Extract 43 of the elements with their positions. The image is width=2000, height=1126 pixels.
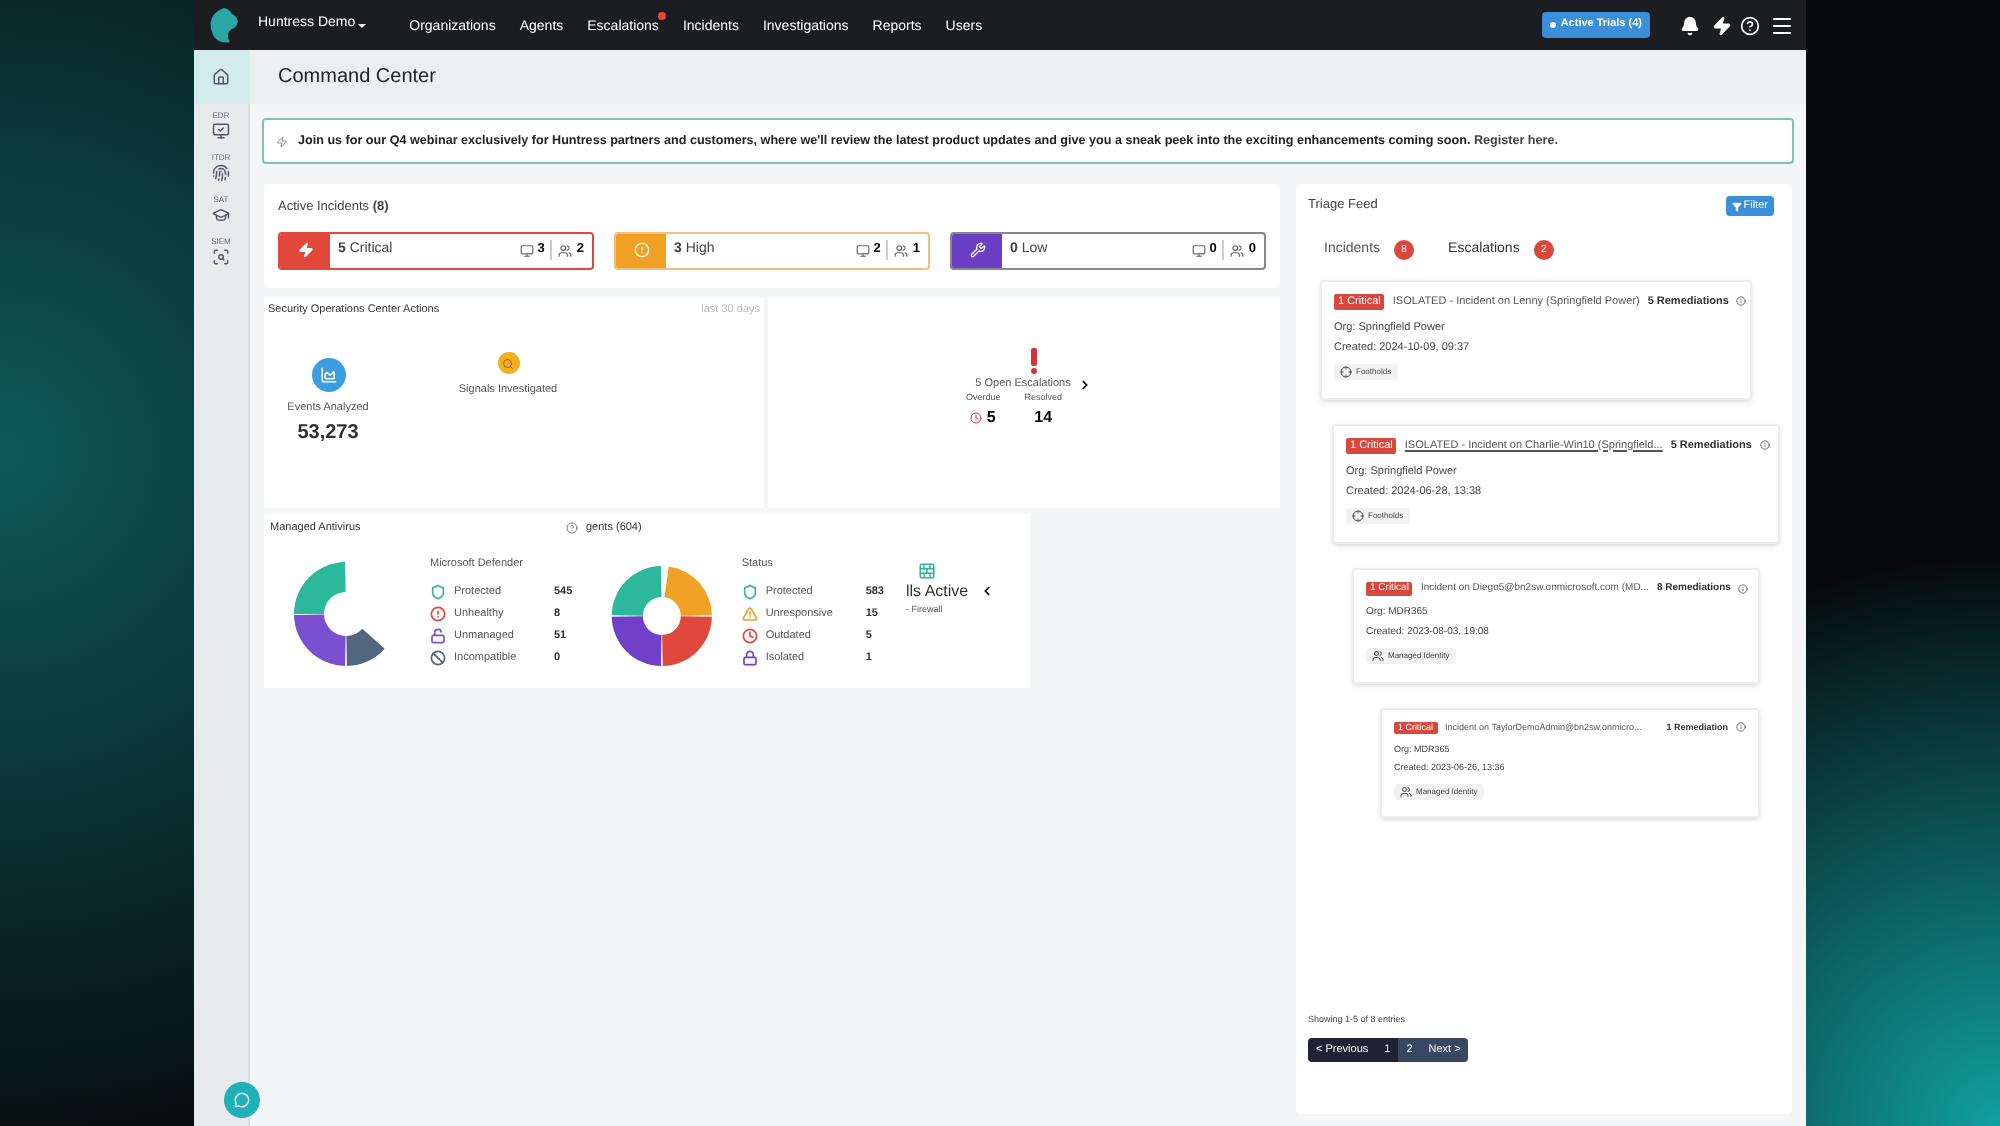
monitor-icon (519, 243, 534, 258)
crosshair-icon (1352, 510, 1364, 523)
info-icon (1759, 440, 1770, 451)
home-icon (212, 68, 230, 86)
bell-icon[interactable] (1680, 15, 1700, 35)
chevron-right-icon[interactable] (1078, 377, 1093, 392)
overdue-count: 5 (986, 406, 996, 430)
lightning-icon[interactable] (1712, 15, 1732, 35)
info-icon (1736, 296, 1747, 307)
search-icon (497, 352, 519, 375)
menu-icon[interactable] (1770, 13, 1794, 37)
scan-search-icon (212, 248, 230, 266)
users-icon (1230, 243, 1245, 258)
sidebar-item[interactable] (193, 50, 249, 104)
users-icon (558, 243, 573, 258)
monitor-check-icon (212, 122, 230, 140)
severity-icon (616, 233, 666, 268)
severity-icon (280, 233, 330, 268)
users-icon (1400, 785, 1412, 798)
page-title: Command Center (278, 64, 436, 92)
firewalls-active-text: lls Active (906, 579, 969, 604)
resolved-count: 14 (1034, 406, 1053, 430)
logo-icon[interactable] (206, 5, 242, 45)
info-icon (1738, 583, 1749, 594)
severity-icon (952, 233, 1002, 268)
lightning-icon (276, 135, 288, 147)
info-icon (1736, 722, 1746, 733)
metric-value: 53,273 (297, 419, 359, 447)
filter-icon (1731, 201, 1742, 211)
fingerprint-icon (212, 164, 230, 182)
exclamation-icon (1030, 348, 1038, 374)
clock-icon (970, 412, 983, 424)
monitor-icon (855, 243, 870, 258)
monitor-icon (1191, 243, 1206, 258)
chevron-left-icon[interactable] (980, 584, 995, 599)
firewall-icon (918, 561, 936, 580)
chat-icon (233, 1092, 249, 1108)
caret-icon (357, 23, 366, 27)
chart-icon (311, 358, 345, 393)
users-icon (1372, 650, 1384, 662)
graduation-cap-icon (212, 206, 230, 224)
crosshair-icon (1340, 366, 1352, 379)
users-icon (894, 243, 909, 258)
